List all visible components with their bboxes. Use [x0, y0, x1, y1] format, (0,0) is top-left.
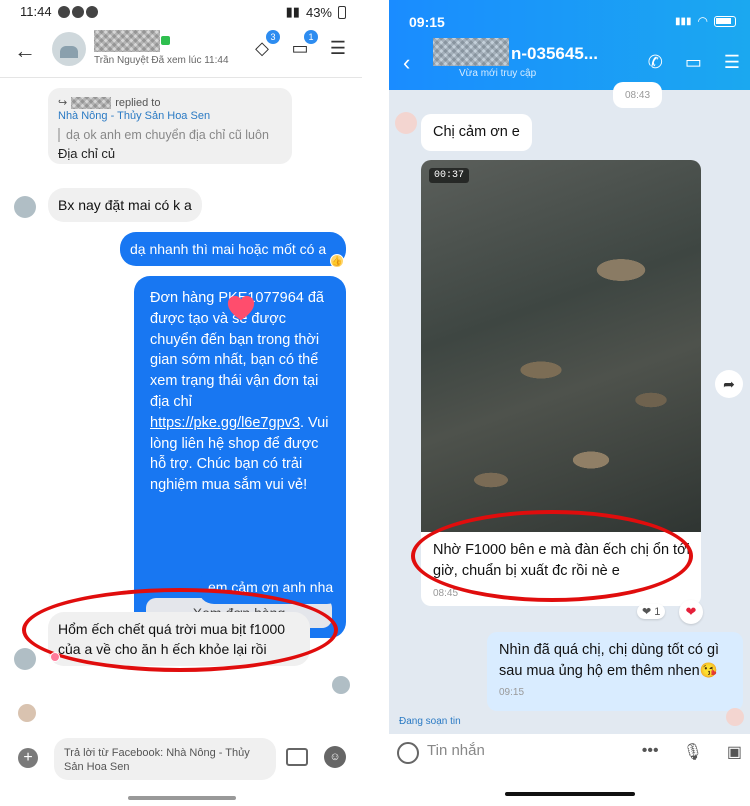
- note-icon[interactable]: ▭ 1: [290, 30, 318, 58]
- message-list: ↪ replied to Nhà Nông - Thủy Sản Hoa Sen…: [0, 78, 362, 728]
- highlight-circle: [411, 510, 693, 602]
- wifi-icon: ◠: [697, 14, 708, 28]
- share-icon[interactable]: ➦: [715, 370, 743, 398]
- home-indicator: [505, 792, 635, 796]
- avatar[interactable]: [395, 112, 417, 134]
- status-right: ▮▮ 43%: [286, 4, 346, 20]
- message-incoming[interactable]: Bx nay đặt mai có k a: [48, 188, 202, 222]
- reply-header: ↪ replied to: [58, 96, 160, 109]
- status-right: ▮▮▮ ◠: [675, 14, 736, 28]
- reply-source: Nhà Nông - Thủy Sản Hoa Sen: [58, 110, 211, 122]
- chat-header: ← Trần Nguyệt Đã xem lúc 11:44 ◇ 3 ▭ 1 ☰: [0, 24, 362, 78]
- battery-icon: [338, 5, 346, 19]
- phone-icon[interactable]: ✆: [648, 52, 663, 73]
- signal-icon: ▮▮▮: [675, 15, 692, 27]
- note-badge: 1: [304, 30, 318, 44]
- reply-text: Địa chỉ củ: [58, 146, 116, 161]
- typing-indicator: Đang soạn tin: [399, 716, 461, 727]
- more-icon[interactable]: •••: [642, 742, 659, 762]
- messenger-panel: 11:44 ▮▮ 43% ← Trần Nguyệt Đã xem lúc 11…: [0, 0, 362, 806]
- tag-badge: 3: [266, 30, 280, 44]
- composer-actions: ••• 🎙 ▣: [642, 742, 742, 762]
- composer: Tin nhắn ••• 🎙 ▣: [389, 734, 750, 806]
- message-stub: 08:43: [613, 82, 663, 108]
- online-tag-icon: [161, 36, 170, 45]
- zalo-panel: 09:15 ▮▮▮ ◠ ‹ n-035645... Vừa mới truy c…: [389, 0, 750, 806]
- avatar[interactable]: [14, 648, 36, 670]
- plus-icon[interactable]: +: [18, 748, 38, 768]
- signal-icon: ▮▮: [285, 4, 300, 19]
- contact-status: Vừa mới truy cập: [459, 68, 537, 79]
- contact-name: n-035645...: [511, 44, 598, 63]
- menu-icon[interactable]: ☰: [328, 38, 348, 58]
- battery-level: 43%: [305, 4, 332, 20]
- microphone-icon[interactable]: 🎙: [683, 742, 703, 762]
- reply-input[interactable]: Trả lời từ Facebook: Nhà Nông - Thủy Sản…: [54, 738, 276, 780]
- notification-icons: [58, 6, 98, 18]
- message-time: 09:15: [499, 687, 525, 698]
- reply-label: replied to: [115, 96, 161, 109]
- avatar[interactable]: [52, 32, 86, 66]
- image-icon[interactable]: ▣: [727, 742, 742, 762]
- status-time: 11:44: [20, 4, 52, 19]
- reply-quote: dạ ok anh em chuyển địa chỉ cũ luôn: [58, 128, 269, 142]
- back-arrow-icon[interactable]: ‹: [403, 50, 410, 76]
- battery-icon: [714, 15, 736, 27]
- video-call-icon[interactable]: ▭: [685, 52, 702, 73]
- order-link[interactable]: https://pke.gg/l6e7gpv3: [150, 415, 300, 431]
- reply-bubble[interactable]: ↪ replied to Nhà Nông - Thủy Sản Hoa Sen…: [48, 88, 292, 164]
- replier-redacted: [71, 96, 112, 109]
- status-time: 09:15: [409, 14, 445, 30]
- reply-arrow-icon: ↪: [58, 97, 68, 109]
- header-actions: ✆ ▭ ☰: [648, 52, 740, 73]
- contact-name-redacted: [94, 30, 160, 52]
- message-outgoing[interactable]: Nhìn đã quá chị, chị dùng tốt có gì sau …: [487, 632, 743, 711]
- like-reaction-icon: 👍: [330, 254, 344, 268]
- seen-status: Trần Nguyệt Đã xem lúc 11:44: [94, 55, 229, 66]
- message-outgoing[interactable]: dạ nhanh thì mai hoặc mốt có a: [120, 232, 346, 266]
- emoji-icon[interactable]: [397, 742, 419, 764]
- home-indicator: [128, 796, 236, 800]
- avatar[interactable]: [14, 196, 36, 218]
- back-arrow-icon[interactable]: ←: [14, 38, 36, 64]
- heart-reaction-icon: [50, 652, 60, 662]
- tag-icon[interactable]: ◇ 3: [252, 30, 280, 58]
- message-incoming[interactable]: Chị cảm ơn e: [421, 114, 532, 151]
- composer: + Trả lời từ Facebook: Nhà Nông - Thủy S…: [0, 730, 362, 786]
- divider: [362, 0, 389, 806]
- message-text: Nhìn đã quá chị, chị dùng tốt có gì sau …: [499, 642, 720, 679]
- reaction-count[interactable]: ❤ 1: [637, 604, 666, 619]
- seen-avatar: [332, 676, 350, 694]
- menu-icon[interactable]: ☰: [724, 52, 740, 73]
- contact-name-redacted: [433, 38, 509, 66]
- screenshot-collage: 11:44 ▮▮ 43% ← Trần Nguyệt Đã xem lúc 11…: [0, 0, 750, 806]
- video-thumbnail[interactable]: [421, 160, 701, 532]
- message-input[interactable]: Tin nhắn: [427, 742, 485, 759]
- heart-react-icon[interactable]: ❤: [679, 600, 703, 624]
- message-time: 08:43: [625, 90, 651, 101]
- seen-avatar: [18, 704, 36, 722]
- highlight-circle: [22, 588, 338, 672]
- seen-avatar: [726, 708, 744, 726]
- emoji-icon[interactable]: ☺: [324, 746, 346, 768]
- header-actions: ◇ 3 ▭ 1 ☰: [252, 30, 348, 58]
- order-text-part: Đơn hàng PKE107796: [150, 290, 296, 306]
- chat-header: 09:15 ▮▮▮ ◠ ‹ n-035645... Vừa mới truy c…: [389, 0, 750, 90]
- status-bar: 11:44 ▮▮ 43%: [0, 0, 362, 24]
- message-time: 08:45: [433, 588, 459, 599]
- gallery-icon[interactable]: [286, 748, 308, 766]
- video-duration: 00:37: [429, 168, 470, 183]
- heart-sticker-icon: [227, 295, 255, 321]
